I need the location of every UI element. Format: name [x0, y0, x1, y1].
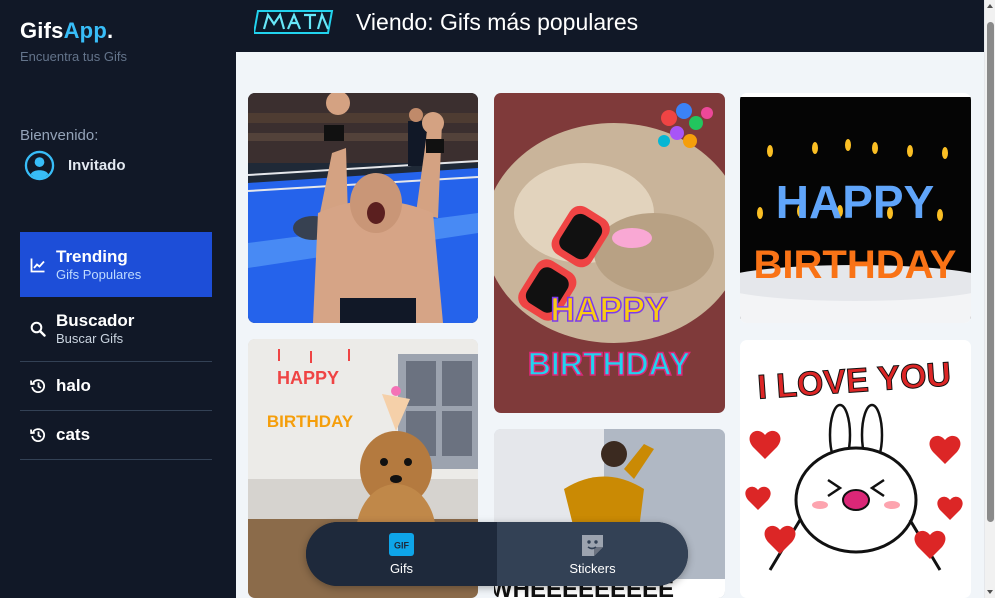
nav-item-label: halo — [56, 376, 91, 395]
gif-badge: GIF — [394, 540, 410, 550]
user-name: Invitado — [68, 157, 126, 174]
app-logo-icon — [254, 10, 334, 34]
welcome-label: Bienvenido: — [20, 127, 99, 144]
nav-item-label: cats — [56, 425, 91, 444]
nav-item-buscador[interactable]: Buscador Buscar Gifs — [20, 297, 212, 362]
nav-item-cats[interactable]: cats — [20, 411, 212, 460]
nav-item-halo[interactable]: halo — [20, 362, 212, 411]
history-icon — [30, 428, 46, 442]
gif-image: HAPPY BIRTHDAY — [740, 93, 971, 323]
scroll-down-arrow-icon[interactable] — [987, 590, 993, 594]
nav-item-label: Buscador — [56, 311, 135, 330]
user-profile: Invitado — [24, 150, 126, 181]
gif-image: HAPPY BIRTHDAY — [494, 93, 725, 413]
scrollbar-thumb[interactable] — [987, 22, 994, 522]
app: GifsApp. Encuentra tus Gifs Bienvenido: … — [0, 0, 995, 598]
sticker-icon — [582, 534, 603, 556]
page-title: Viendo: Gifs más populares — [356, 9, 639, 35]
tab-stickers[interactable]: Stickers — [497, 522, 688, 586]
nav-item-sublabel: Gifs Populares — [56, 266, 142, 282]
brand-logo: GifsApp. — [20, 18, 113, 44]
tab-label: Gifs — [389, 560, 414, 576]
brand-part1: Gifs — [20, 18, 64, 43]
page-scrollbar[interactable] — [984, 0, 995, 598]
gif-caption-line2: BIRTHDAY — [528, 346, 690, 382]
nav-item-label: Trending — [56, 246, 128, 266]
top-header: Viendo: Gifs más populares — [236, 0, 984, 52]
brand-part2: App — [63, 18, 107, 43]
gif-card-bunny-love[interactable]: I LOVE YOU — [740, 340, 971, 598]
sidebar: GifsApp. Encuentra tus Gifs Bienvenido: … — [0, 0, 236, 598]
tab-gifs[interactable]: GIF Gifs — [306, 522, 497, 586]
sidebar-nav: Trending Gifs Populares Buscador Buscar … — [20, 232, 212, 460]
gif-icon: GIF — [389, 532, 414, 556]
gif-card-dog-birthday[interactable]: HAPPY BIRTHDAY — [494, 93, 725, 413]
brand-tagline: Encuentra tus Gifs — [20, 49, 127, 64]
gif-caption-line2: BIRTHDAY — [267, 412, 354, 431]
brand-dot: . — [106, 18, 114, 43]
gif-card-birthday-candles[interactable]: HAPPY BIRTHDAY — [740, 93, 971, 323]
user-avatar-icon — [24, 150, 55, 181]
history-icon — [30, 379, 46, 393]
search-icon — [30, 321, 46, 337]
scroll-up-arrow-icon[interactable] — [987, 4, 993, 8]
gif-image: I LOVE YOU — [740, 340, 971, 598]
gif-card-wrestler[interactable] — [248, 93, 478, 323]
trending-icon — [30, 258, 45, 272]
gif-caption-line1: HAPPY — [776, 176, 934, 228]
nav-item-trending[interactable]: Trending Gifs Populares — [20, 232, 212, 297]
gif-caption-line1: HAPPY — [277, 368, 339, 388]
tab-label: Stickers — [569, 560, 616, 576]
gif-caption-line2: BIRTHDAY — [754, 243, 957, 287]
nav-item-sublabel: Buscar Gifs — [56, 331, 124, 346]
gif-caption-line1: HAPPY — [550, 291, 667, 329]
bottom-tab-bar: GIF Gifs Stickers — [306, 522, 688, 586]
gif-image — [248, 93, 478, 323]
